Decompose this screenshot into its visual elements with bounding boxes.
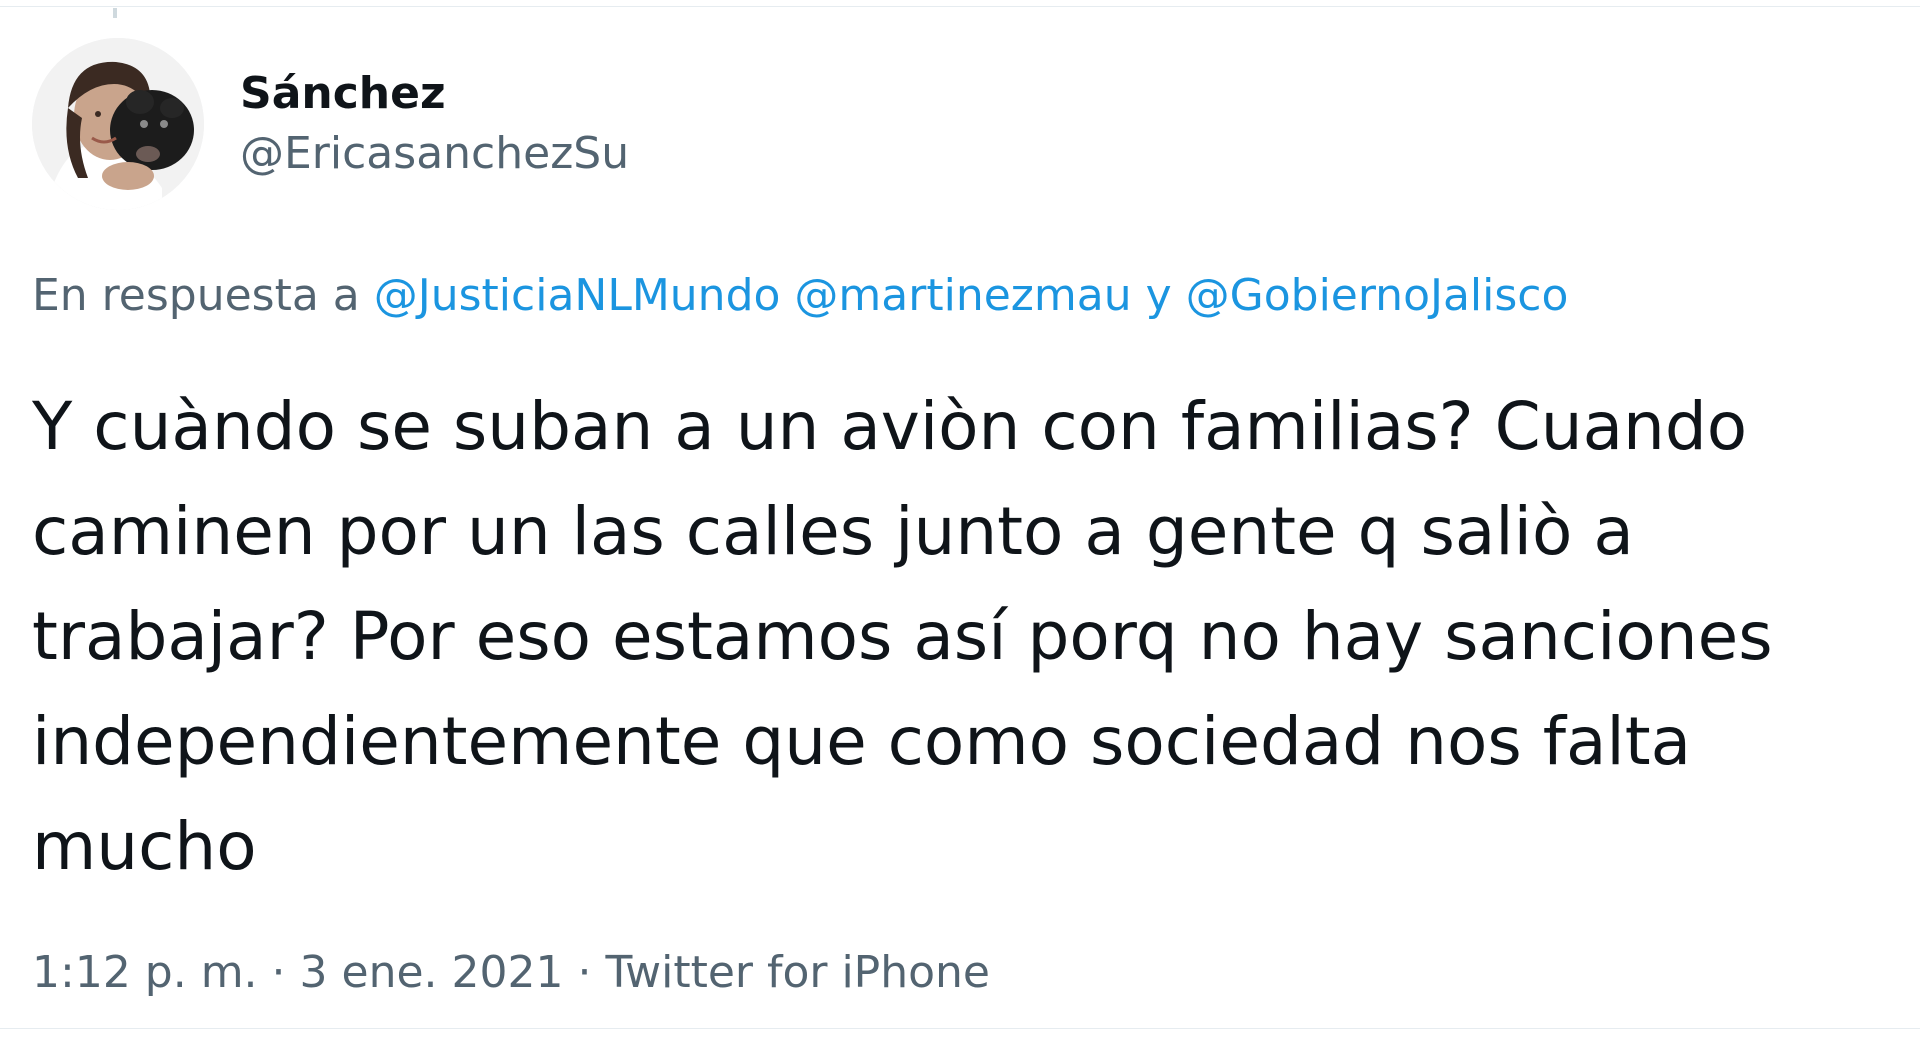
- meta-separator: ·: [271, 947, 286, 998]
- tweet-header: Sánchez @EricasanchezSu: [32, 38, 1902, 210]
- avatar-image: [32, 38, 204, 210]
- thread-line: [113, 8, 117, 18]
- tweet-text: Y cuàndo se suban a un aviòn con familia…: [32, 388, 1773, 885]
- reply-to-line: En respuesta a @JusticiaNLMundo @martine…: [32, 266, 1902, 326]
- reply-to-conjunction: y: [1145, 270, 1172, 321]
- bottom-divider: [0, 1028, 1920, 1029]
- top-divider: [0, 6, 1920, 7]
- reply-to-prefix: En respuesta a: [32, 270, 360, 321]
- tweet-date[interactable]: 3 ene. 2021: [300, 947, 564, 998]
- author-names: Sánchez @EricasanchezSu: [240, 64, 629, 184]
- tweet-meta: 1:12 p. m. · 3 ene. 2021 · Twitter for i…: [32, 943, 1902, 1003]
- mention-link-martinezmau[interactable]: @martinezmau: [794, 270, 1131, 321]
- tweet-source[interactable]: Twitter for iPhone: [606, 947, 990, 998]
- author-display-name[interactable]: Sánchez: [240, 64, 629, 124]
- author-handle[interactable]: @EricasanchezSu: [240, 124, 629, 184]
- tweet-time[interactable]: 1:12 p. m.: [32, 947, 258, 998]
- meta-separator: ·: [577, 947, 592, 998]
- mention-link-gobiernojalisco[interactable]: @GobiernoJalisco: [1186, 270, 1569, 321]
- avatar[interactable]: [32, 38, 204, 210]
- tweet: Sánchez @EricasanchezSu En respuesta a @…: [32, 38, 1902, 1003]
- mention-link-justicianlmundo[interactable]: @JusticiaNLMundo: [374, 270, 781, 321]
